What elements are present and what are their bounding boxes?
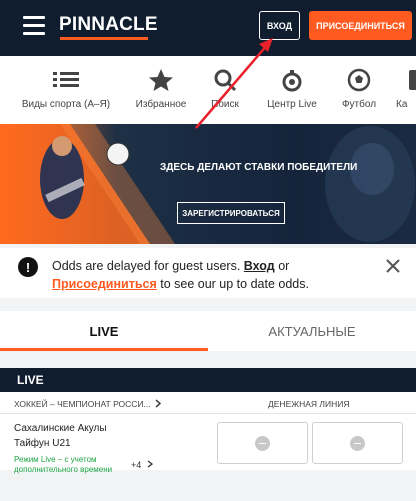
join-button[interactable]: ПРИСОЕДИНИТЬСЯ xyxy=(309,11,412,40)
star-icon xyxy=(149,69,173,91)
banner-artwork xyxy=(0,124,415,244)
category-label: Избранное xyxy=(135,99,187,110)
locked-odds-icon xyxy=(255,435,270,451)
top-header: PINNACLE ВХОД ПРИСОЕДИНИТЬСЯ xyxy=(0,0,416,56)
logo[interactable]: PINNACLE xyxy=(59,14,158,36)
search-icon xyxy=(214,69,237,92)
soccer-ball-icon xyxy=(347,68,371,92)
tab-live[interactable]: LIVE xyxy=(0,311,208,351)
league-name[interactable]: ХОККЕЙ – ЧЕМПИОНАТ РОССИ... xyxy=(14,399,151,409)
chevron-right-icon xyxy=(155,399,162,408)
category-label: Центр Live xyxy=(267,99,317,110)
promo-banner[interactable]: ЗДЕСЬ ДЕЛАЮТ СТАВКИ ПОБЕДИТЕЛИ ЗАРЕГИСТР… xyxy=(0,124,416,244)
notice-join-link[interactable]: Присоединиться xyxy=(52,277,157,291)
close-icon[interactable] xyxy=(385,258,401,274)
category-label: Поиск xyxy=(211,99,239,110)
odds-button-away[interactable] xyxy=(312,422,403,464)
team-home: Сахалинские Акулы xyxy=(14,423,107,434)
category-partial[interactable]: Ка xyxy=(396,56,416,124)
logo-underline xyxy=(60,37,148,40)
league-row[interactable]: ХОККЕЙ – ЧЕМПИОНАТ РОССИ... ДЕНЕЖНАЯ ЛИН… xyxy=(0,392,416,414)
team-away: Тайфун U21 xyxy=(14,438,71,449)
category-sports-az[interactable]: Виды спорта (А–Я) xyxy=(14,56,118,124)
notice-login-link[interactable]: Вход xyxy=(244,259,275,273)
category-live-center[interactable]: Центр Live xyxy=(262,56,322,124)
guest-odds-notice: ! Odds are delayed for guest users. Вход… xyxy=(0,248,416,298)
market-header: ДЕНЕЖНАЯ ЛИНИЯ xyxy=(268,399,350,409)
category-bar: Виды спорта (А–Я) Избранное Поиск Центр … xyxy=(0,56,416,124)
match-row[interactable]: Сахалинские Акулы Тайфун U21 Режим Live … xyxy=(0,414,416,474)
category-football[interactable]: Футбол xyxy=(335,56,383,124)
partial-icon xyxy=(409,70,416,90)
alert-icon: ! xyxy=(18,257,38,277)
register-button[interactable]: ЗАРЕГИСТРИРОВАТЬСЯ xyxy=(177,202,285,224)
live-actual-tabs: LIVE АКТУАЛЬНЫЕ xyxy=(0,311,416,351)
category-label: Футбол xyxy=(341,99,377,110)
live-mode-text: Режим Live – с учетом дополнительного вр… xyxy=(14,455,113,474)
stopwatch-icon xyxy=(282,70,302,92)
tab-actual[interactable]: АКТУАЛЬНЫЕ xyxy=(208,311,416,351)
category-label: Виды спорта (А–Я) xyxy=(21,99,111,110)
chevron-right-icon xyxy=(147,460,153,468)
login-button[interactable]: ВХОД xyxy=(259,11,300,40)
category-favorites[interactable]: Избранное xyxy=(130,56,192,124)
banner-headline: ЗДЕСЬ ДЕЛАЮТ СТАВКИ ПОБЕДИТЕЛИ xyxy=(160,162,358,173)
odds-button-home[interactable] xyxy=(217,422,308,464)
more-markets-link[interactable]: +4 xyxy=(131,460,153,470)
menu-icon[interactable] xyxy=(23,16,45,36)
list-icon xyxy=(53,72,79,87)
category-label: Ка xyxy=(396,99,408,110)
locked-odds-icon xyxy=(350,435,365,451)
live-section-header: LIVE xyxy=(0,368,416,392)
notice-text: Odds are delayed for guest users. Вход o… xyxy=(52,259,309,291)
category-search[interactable]: Поиск xyxy=(203,56,247,124)
active-tab-indicator xyxy=(0,348,208,351)
